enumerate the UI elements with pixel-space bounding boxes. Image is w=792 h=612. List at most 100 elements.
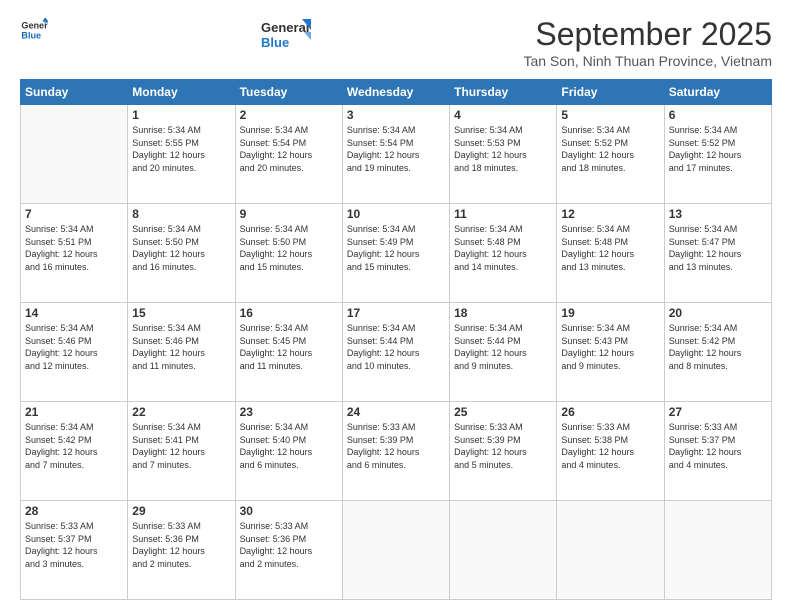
- calendar-week-row: 1Sunrise: 5:34 AMSunset: 5:55 PMDaylight…: [21, 105, 772, 204]
- cell-details: Sunrise: 5:33 AMSunset: 5:37 PMDaylight:…: [25, 520, 123, 570]
- day-number: 30: [240, 504, 338, 518]
- cell-details: Sunrise: 5:34 AMSunset: 5:49 PMDaylight:…: [347, 223, 445, 273]
- table-row: 15 Sunrise: 5:34 AMSunset: 5:46 PMDayligh…: [128, 303, 235, 402]
- logo-svg: General Blue: [261, 16, 313, 54]
- col-thursday: Thursday: [450, 80, 557, 105]
- cell-details: Sunrise: 5:34 AMSunset: 5:53 PMDaylight:…: [454, 124, 552, 174]
- cell-details: Sunrise: 5:34 AMSunset: 5:44 PMDaylight:…: [347, 322, 445, 372]
- calendar-table: Sunday Monday Tuesday Wednesday Thursday…: [20, 79, 772, 600]
- table-row: 9 Sunrise: 5:34 AMSunset: 5:50 PMDaylight…: [235, 204, 342, 303]
- svg-text:General: General: [261, 20, 309, 35]
- day-number: 18: [454, 306, 552, 320]
- col-monday: Monday: [128, 80, 235, 105]
- cell-details: Sunrise: 5:34 AMSunset: 5:40 PMDaylight:…: [240, 421, 338, 471]
- day-number: 12: [561, 207, 659, 221]
- cell-details: Sunrise: 5:34 AMSunset: 5:51 PMDaylight:…: [25, 223, 123, 273]
- day-number: 8: [132, 207, 230, 221]
- day-number: 23: [240, 405, 338, 419]
- day-number: 29: [132, 504, 230, 518]
- cell-details: Sunrise: 5:34 AMSunset: 5:43 PMDaylight:…: [561, 322, 659, 372]
- calendar-header-row: Sunday Monday Tuesday Wednesday Thursday…: [21, 80, 772, 105]
- day-number: 21: [25, 405, 123, 419]
- day-number: 4: [454, 108, 552, 122]
- day-number: 9: [240, 207, 338, 221]
- table-row: 10 Sunrise: 5:34 AMSunset: 5:49 PMDayligh…: [342, 204, 449, 303]
- table-row: 18 Sunrise: 5:34 AMSunset: 5:44 PMDayligh…: [450, 303, 557, 402]
- day-number: 16: [240, 306, 338, 320]
- day-number: 28: [25, 504, 123, 518]
- table-row: [450, 501, 557, 600]
- cell-details: Sunrise: 5:34 AMSunset: 5:50 PMDaylight:…: [240, 223, 338, 273]
- cell-details: Sunrise: 5:34 AMSunset: 5:50 PMDaylight:…: [132, 223, 230, 273]
- table-row: 23 Sunrise: 5:34 AMSunset: 5:40 PMDayligh…: [235, 402, 342, 501]
- cell-details: Sunrise: 5:34 AMSunset: 5:42 PMDaylight:…: [669, 322, 767, 372]
- day-number: 22: [132, 405, 230, 419]
- table-row: 3Sunrise: 5:34 AMSunset: 5:54 PMDaylight…: [342, 105, 449, 204]
- day-number: 24: [347, 405, 445, 419]
- table-row: 11Sunrise: 5:34 AMSunset: 5:48 PMDayligh…: [450, 204, 557, 303]
- calendar-week-row: 7 Sunrise: 5:34 AMSunset: 5:51 PMDaylight…: [21, 204, 772, 303]
- cell-details: Sunrise: 5:34 AMSunset: 5:46 PMDaylight:…: [132, 322, 230, 372]
- cell-details: Sunrise: 5:34 AMSunset: 5:54 PMDaylight:…: [347, 124, 445, 174]
- table-row: 17 Sunrise: 5:34 AMSunset: 5:44 PMDayligh…: [342, 303, 449, 402]
- cell-details: Sunrise: 5:34 AMSunset: 5:52 PMDaylight:…: [669, 124, 767, 174]
- table-row: 24Sunrise: 5:33 AMSunset: 5:39 PMDayligh…: [342, 402, 449, 501]
- cell-details: Sunrise: 5:34 AMSunset: 5:44 PMDaylight:…: [454, 322, 552, 372]
- table-row: 16Sunrise: 5:34 AMSunset: 5:45 PMDayligh…: [235, 303, 342, 402]
- calendar-week-row: 14Sunrise: 5:34 AMSunset: 5:46 PMDayligh…: [21, 303, 772, 402]
- day-number: 17: [347, 306, 445, 320]
- table-row: 20 Sunrise: 5:34 AMSunset: 5:42 PMDayligh…: [664, 303, 771, 402]
- day-number: 19: [561, 306, 659, 320]
- cell-details: Sunrise: 5:33 AMSunset: 5:36 PMDaylight:…: [132, 520, 230, 570]
- calendar-week-row: 28 Sunrise: 5:33 AMSunset: 5:37 PMDayligh…: [21, 501, 772, 600]
- day-number: 10: [347, 207, 445, 221]
- col-friday: Friday: [557, 80, 664, 105]
- col-saturday: Saturday: [664, 80, 771, 105]
- cell-details: Sunrise: 5:34 AMSunset: 5:42 PMDaylight:…: [25, 421, 123, 471]
- cell-details: Sunrise: 5:34 AMSunset: 5:48 PMDaylight:…: [561, 223, 659, 273]
- table-row: [664, 501, 771, 600]
- cell-details: Sunrise: 5:33 AMSunset: 5:39 PMDaylight:…: [454, 421, 552, 471]
- day-number: 15: [132, 306, 230, 320]
- table-row: 13 Sunrise: 5:34 AMSunset: 5:47 PMDayligh…: [664, 204, 771, 303]
- svg-text:Blue: Blue: [21, 30, 41, 40]
- table-row: 26 Sunrise: 5:33 AMSunset: 5:38 PMDayligh…: [557, 402, 664, 501]
- day-number: 7: [25, 207, 123, 221]
- day-number: 2: [240, 108, 338, 122]
- day-number: 27: [669, 405, 767, 419]
- day-number: 20: [669, 306, 767, 320]
- svg-text:Blue: Blue: [261, 35, 289, 50]
- logo-text-block: General Blue: [261, 16, 313, 54]
- calendar-week-row: 21 Sunrise: 5:34 AMSunset: 5:42 PMDayligh…: [21, 402, 772, 501]
- svg-text:General: General: [21, 21, 48, 31]
- table-row: 27 Sunrise: 5:33 AMSunset: 5:37 PMDayligh…: [664, 402, 771, 501]
- cell-details: Sunrise: 5:34 AMSunset: 5:41 PMDaylight:…: [132, 421, 230, 471]
- location-subtitle: Tan Son, Ninh Thuan Province, Vietnam: [523, 53, 772, 69]
- month-title: September 2025: [523, 16, 772, 53]
- table-row: 25 Sunrise: 5:33 AMSunset: 5:39 PMDayligh…: [450, 402, 557, 501]
- table-row: [21, 105, 128, 204]
- cell-details: Sunrise: 5:34 AMSunset: 5:48 PMDaylight:…: [454, 223, 552, 273]
- cell-details: Sunrise: 5:34 AMSunset: 5:47 PMDaylight:…: [669, 223, 767, 273]
- table-row: 1Sunrise: 5:34 AMSunset: 5:55 PMDaylight…: [128, 105, 235, 204]
- cell-details: Sunrise: 5:33 AMSunset: 5:37 PMDaylight:…: [669, 421, 767, 471]
- cell-details: Sunrise: 5:34 AMSunset: 5:54 PMDaylight:…: [240, 124, 338, 174]
- table-row: 29 Sunrise: 5:33 AMSunset: 5:36 PMDayligh…: [128, 501, 235, 600]
- table-row: 5Sunrise: 5:34 AMSunset: 5:52 PMDaylight…: [557, 105, 664, 204]
- table-row: 2 Sunrise: 5:34 AMSunset: 5:54 PMDaylight…: [235, 105, 342, 204]
- day-number: 26: [561, 405, 659, 419]
- table-row: 14Sunrise: 5:34 AMSunset: 5:46 PMDayligh…: [21, 303, 128, 402]
- col-tuesday: Tuesday: [235, 80, 342, 105]
- table-row: 30Sunrise: 5:33 AMSunset: 5:36 PMDayligh…: [235, 501, 342, 600]
- logo: General Blue: [20, 16, 50, 44]
- col-sunday: Sunday: [21, 80, 128, 105]
- table-row: 21 Sunrise: 5:34 AMSunset: 5:42 PMDayligh…: [21, 402, 128, 501]
- table-row: 12 Sunrise: 5:34 AMSunset: 5:48 PMDayligh…: [557, 204, 664, 303]
- table-row: 7 Sunrise: 5:34 AMSunset: 5:51 PMDaylight…: [21, 204, 128, 303]
- logo-icon: General Blue: [20, 16, 48, 44]
- table-row: [557, 501, 664, 600]
- day-number: 13: [669, 207, 767, 221]
- cell-details: Sunrise: 5:33 AMSunset: 5:38 PMDaylight:…: [561, 421, 659, 471]
- day-number: 6: [669, 108, 767, 122]
- day-number: 25: [454, 405, 552, 419]
